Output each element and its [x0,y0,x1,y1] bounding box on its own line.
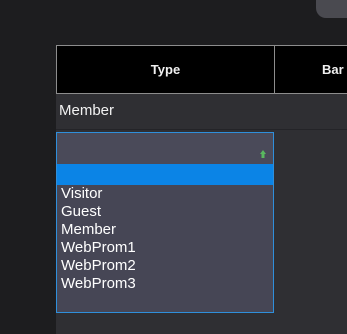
data-grid: Type Bar Member Visitor Guest Member Web… [56,45,347,334]
screen: Type Bar Member Visitor Guest Member Web… [0,0,347,334]
highlighted-empty-option[interactable] [57,164,273,185]
dropdown-option-webprom1[interactable]: WebProm1 [61,239,271,257]
dropdown-options-list: Visitor Guest Member WebProm1 WebProm2 W… [61,185,271,293]
selected-type-value: Member [59,102,115,119]
dropdown-option-visitor[interactable]: Visitor [61,185,271,203]
dropdown-arrow-icon[interactable] [259,145,267,158]
column-header-type[interactable]: Type [57,46,275,93]
top-tab[interactable] [316,0,347,18]
dropdown-input[interactable] [57,133,273,164]
selected-row[interactable]: Member [56,94,347,130]
dropdown-option-guest[interactable]: Guest [61,203,271,221]
type-dropdown[interactable]: Visitor Guest Member WebProm1 WebProm2 W… [56,132,274,313]
dropdown-option-member[interactable]: Member [61,221,271,239]
dropdown-option-webprom3[interactable]: WebProm3 [61,275,271,293]
grid-header-row: Type Bar [56,45,347,94]
column-header-bar[interactable]: Bar [275,46,347,93]
dropdown-option-webprom2[interactable]: WebProm2 [61,257,271,275]
